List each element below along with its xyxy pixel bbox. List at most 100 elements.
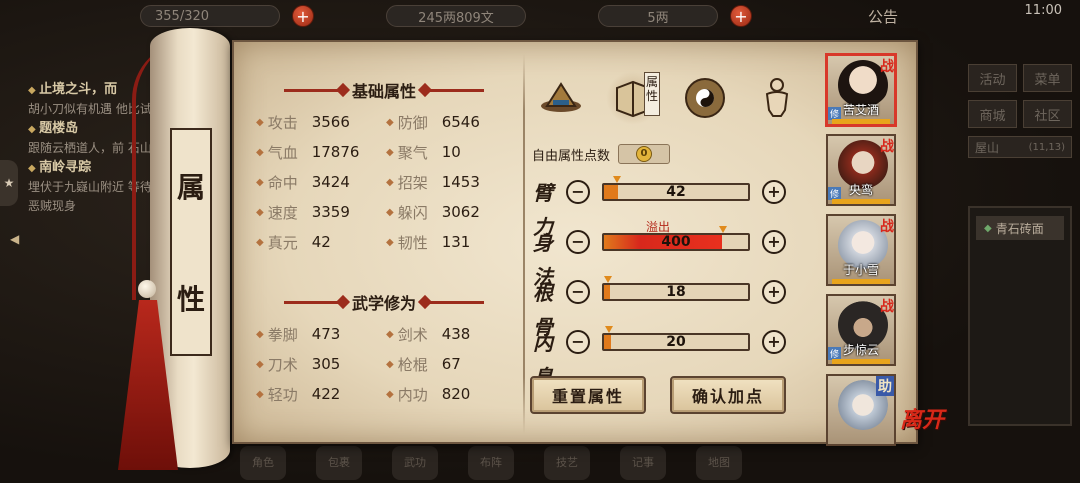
- resource-bar: 355/320 + 245两809文 5两 +: [120, 0, 920, 32]
- attr-label: 内息: [533, 331, 553, 389]
- stat-inner: ◆ 内功 820: [386, 385, 471, 404]
- member-name: 苦艾酒: [842, 103, 879, 117]
- community-button[interactable]: 社区: [1023, 100, 1072, 128]
- reset-attributes-button[interactable]: 重置属性: [530, 376, 646, 414]
- shop-button[interactable]: 商城: [968, 100, 1017, 128]
- side-star-button[interactable]: ★: [0, 160, 18, 206]
- party-member[interactable]: 助: [826, 374, 896, 446]
- increase-button[interactable]: +: [762, 180, 786, 204]
- increase-button[interactable]: +: [762, 330, 786, 354]
- attr-label: 根骨: [533, 281, 553, 339]
- attr-bar: 18: [602, 283, 750, 301]
- increase-button[interactable]: +: [762, 280, 786, 304]
- dock-journal[interactable]: 记事: [620, 445, 666, 480]
- battle-badge: 战: [880, 59, 894, 75]
- body-meridian-icon[interactable]: [750, 71, 804, 125]
- decrease-button[interactable]: −: [566, 180, 590, 204]
- bagua-icon[interactable]: [678, 71, 732, 125]
- dock-map[interactable]: 地图: [696, 445, 742, 480]
- member-name: 于小雪: [842, 263, 879, 277]
- location-display: 屋山 (11,13): [968, 136, 1072, 158]
- party-list: 战 修 苦艾酒 战 修 央鸾 战 于小雪 战 修 步惊云 助: [826, 54, 900, 454]
- stat-toughness: ◆ 韧性 131: [386, 233, 471, 252]
- stat-parry: ◆ 招架 1453: [386, 173, 480, 192]
- dock-skill[interactable]: 技艺: [544, 445, 590, 480]
- tile-info-box: 青石砖面: [968, 206, 1072, 426]
- attr-slider-pin[interactable]: [605, 326, 614, 333]
- martial-header: 武学修为: [264, 292, 504, 313]
- attr-slider-pin[interactable]: [603, 276, 612, 283]
- member-hp-bar: [832, 119, 890, 124]
- stat-chi: ◆ 聚气 10: [386, 143, 461, 162]
- increase-button[interactable]: +: [762, 230, 786, 254]
- notice-button[interactable]: 公告: [868, 6, 898, 27]
- member-name: 央鸾: [848, 183, 873, 197]
- free-points-value: 0: [636, 146, 653, 162]
- party-member[interactable]: 战 修 步惊云: [826, 294, 896, 366]
- attr-value: 18: [666, 284, 686, 300]
- attribute-panel: 基础属性 ◆ 攻击 3566 ◆ 防御 6546 ◆ 气血 17876 ◆ 聚气 10 ◆ 命中 3…: [232, 40, 918, 444]
- leave-button[interactable]: 离开: [900, 402, 944, 434]
- attr-row-strength: 臂力 − 42 +: [526, 174, 796, 239]
- attr-bar: 400: [602, 233, 750, 251]
- confirm-points-button[interactable]: 确认加点: [670, 376, 786, 414]
- martial-title: 武学修为: [351, 294, 416, 313]
- resource-money: 245两809文: [386, 5, 526, 27]
- battle-badge: 战: [880, 139, 894, 155]
- collapse-arrow-icon[interactable]: ◀: [10, 232, 19, 246]
- attr-slider-pin[interactable]: [719, 226, 728, 233]
- member-hp-bar: [832, 199, 890, 204]
- panel-tabs: [534, 70, 804, 126]
- attribute-tab-tag: 属性: [644, 72, 660, 116]
- decrease-button[interactable]: −: [566, 330, 590, 354]
- free-points-label: 自由属性点数: [532, 148, 611, 164]
- basic-attributes-title: 基础属性: [351, 82, 416, 101]
- battle-badge: 战: [880, 219, 894, 235]
- attr-label: 臂力: [533, 181, 553, 239]
- activity-button[interactable]: 活动: [968, 64, 1017, 92]
- dock-formation[interactable]: 布阵: [468, 445, 514, 480]
- stat-true-energy: ◆ 真元 42: [256, 233, 331, 252]
- dock-role[interactable]: 角色: [240, 445, 286, 480]
- scroll-title-char: 性: [176, 283, 205, 316]
- scroll-title-char: 属: [176, 171, 205, 204]
- basic-attributes-header: 基础属性: [264, 80, 504, 101]
- attr-value: 42: [666, 184, 686, 200]
- decrease-button[interactable]: −: [566, 280, 590, 304]
- attr-row-breath: 内息 − 20 +: [526, 324, 796, 389]
- attr-label: 身法: [533, 231, 553, 289]
- dock-martial[interactable]: 武功: [392, 445, 438, 480]
- panel-divider: [523, 54, 525, 434]
- location-name: 屋山: [975, 140, 1000, 155]
- menu-button[interactable]: 菜单: [1023, 64, 1072, 92]
- stat-hit: ◆ 命中 3424: [256, 173, 350, 192]
- resource-stamina: 355/320: [140, 5, 280, 27]
- party-member[interactable]: 战 于小雪: [826, 214, 896, 286]
- attr-slider-pin[interactable]: [612, 176, 621, 183]
- dock-bag[interactable]: 包裹: [316, 445, 362, 480]
- stat-speed: ◆ 速度 3359: [256, 203, 350, 222]
- attr-row-constitution: 根骨 − 18 +: [526, 274, 796, 339]
- stat-blade: ◆ 刀术 305: [256, 355, 341, 374]
- party-member[interactable]: 战 修 苦艾酒: [826, 54, 896, 126]
- member-hp-bar: [832, 359, 890, 364]
- stat-defense: ◆ 防御 6546: [386, 113, 480, 132]
- attr-value: 400: [661, 234, 691, 250]
- stat-fist: ◆ 拳脚 473: [256, 325, 341, 344]
- hero-hat-icon[interactable]: [534, 71, 588, 125]
- decrease-button[interactable]: −: [566, 230, 590, 254]
- basic-stats-grid: ◆ 攻击 3566 ◆ 防御 6546 ◆ 气血 17876 ◆ 聚气 10 ◆ 命中 3424 ◆…: [256, 112, 516, 252]
- attr-bar: 42: [602, 183, 750, 201]
- martial-stats-grid: ◆ 拳脚 473 ◆ 剑术 438 ◆ 刀术 305 ◆ 枪棍 67 ◆ 轻功 422 ◆ 内功 820: [256, 324, 516, 404]
- attr-bar: 20: [602, 333, 750, 351]
- party-member[interactable]: 战 修 央鸾: [826, 134, 896, 206]
- bottom-dock: 角色 包裹 武功 布阵 技艺 记事 地图: [220, 442, 840, 483]
- stat-spear: ◆ 枪棍 67: [386, 355, 461, 374]
- stat-hp: ◆ 气血 17876: [256, 143, 360, 162]
- helper-badge: 助: [876, 376, 894, 396]
- tile-item[interactable]: 青石砖面: [976, 216, 1064, 240]
- right-menu: 活动 菜单 商城 社区 屋山 (11,13): [968, 64, 1072, 166]
- add-ingot-button[interactable]: +: [730, 5, 752, 27]
- add-stamina-button[interactable]: +: [292, 5, 314, 27]
- free-points-box: 0: [618, 144, 671, 164]
